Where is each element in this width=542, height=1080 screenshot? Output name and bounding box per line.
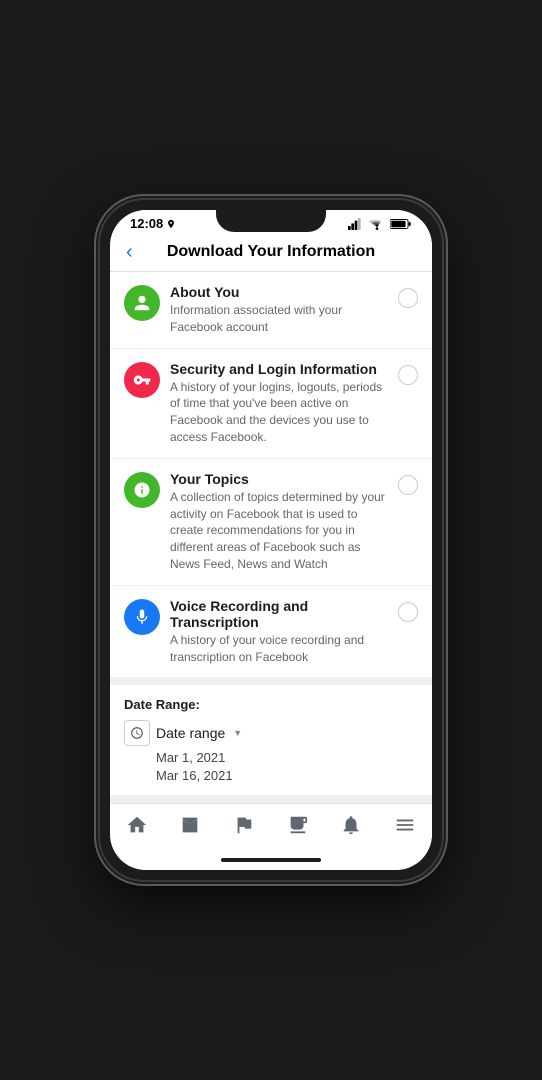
date-range-value: Date range (156, 725, 225, 741)
tab-home[interactable] (118, 812, 156, 838)
mic-icon (133, 608, 151, 626)
signal-icon (348, 218, 364, 230)
about-you-title: About You (170, 284, 390, 300)
tab-store[interactable] (171, 812, 209, 838)
about-you-radio[interactable] (398, 288, 418, 308)
date-start: Mar 1, 2021 (124, 750, 418, 765)
security-radio[interactable] (398, 365, 418, 385)
about-you-desc: Information associated with your Faceboo… (170, 302, 390, 336)
date-range-dropdown[interactable]: Date range ▼ (124, 720, 418, 746)
phone-frame: 12:08 (100, 200, 442, 880)
home-indicator (110, 850, 432, 870)
security-text: Security and Login Information A history… (170, 361, 390, 446)
location-icon (166, 219, 176, 229)
date-range-section: Date Range: Date range ▼ Mar 1, 2021 Mar… (110, 685, 432, 795)
security-desc: A history of your logins, logouts, perio… (170, 379, 390, 446)
status-icons (348, 218, 412, 230)
key-icon (133, 371, 151, 389)
tab-bar (110, 803, 432, 850)
voice-icon-bg (124, 599, 160, 635)
date-range-label: Date Range: (124, 697, 418, 712)
wifi-icon (369, 218, 385, 230)
content-area[interactable]: About You Information associated with yo… (110, 272, 432, 803)
notch (216, 210, 326, 232)
security-icon-bg (124, 362, 160, 398)
tab-bell[interactable] (332, 812, 370, 838)
voice-desc: A history of your voice recording and tr… (170, 632, 390, 666)
person-icon (133, 294, 151, 312)
category-list: About You Information associated with yo… (110, 272, 432, 677)
date-end: Mar 16, 2021 (124, 768, 418, 783)
menu-icon (394, 814, 416, 836)
battery-icon (390, 218, 412, 230)
voice-radio[interactable] (398, 602, 418, 622)
topics-icon-bg (124, 472, 160, 508)
tab-flag[interactable] (225, 812, 263, 838)
screen: 12:08 (110, 210, 432, 870)
status-bar: 12:08 (110, 210, 432, 235)
list-item[interactable]: About You Information associated with yo… (110, 272, 432, 349)
voice-text: Voice Recording and Transcription A hist… (170, 598, 390, 666)
topics-desc: A collection of topics determined by you… (170, 489, 390, 573)
list-item[interactable]: Your Topics A collection of topics deter… (110, 459, 432, 586)
clock-icon (124, 720, 150, 746)
about-you-icon (124, 285, 160, 321)
security-title: Security and Login Information (170, 361, 390, 377)
list-item[interactable]: Security and Login Information A history… (110, 349, 432, 459)
list-item[interactable]: Voice Recording and Transcription A hist… (110, 586, 432, 678)
news-icon (287, 814, 309, 836)
status-time: 12:08 (130, 216, 176, 231)
date-range-arrow: ▼ (233, 728, 242, 738)
tab-menu[interactable] (386, 812, 424, 838)
about-you-text: About You Information associated with yo… (170, 284, 390, 336)
back-button[interactable]: ‹ (126, 241, 133, 264)
nav-header: ‹ Download Your Information (110, 235, 432, 272)
page-title: Download Your Information (167, 243, 375, 261)
info-icon (133, 481, 151, 499)
home-bar (221, 858, 321, 862)
topics-title: Your Topics (170, 471, 390, 487)
tab-news[interactable] (279, 812, 317, 838)
topics-radio[interactable] (398, 475, 418, 495)
store-icon (179, 814, 201, 836)
voice-title: Voice Recording and Transcription (170, 598, 390, 630)
clock-svg (130, 726, 144, 740)
topics-text: Your Topics A collection of topics deter… (170, 471, 390, 573)
home-icon (126, 814, 148, 836)
bell-icon (340, 814, 362, 836)
flag-icon (233, 814, 255, 836)
